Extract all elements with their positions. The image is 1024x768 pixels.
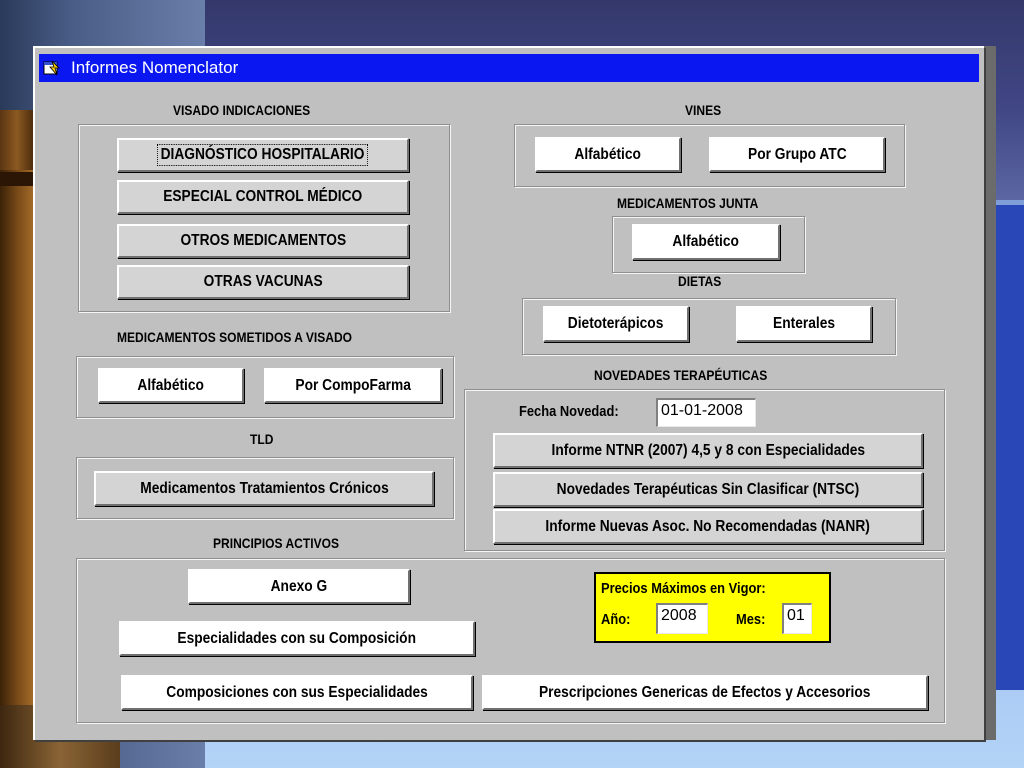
vines-alfabetico-button[interactable]: Alfabético	[535, 137, 681, 172]
novedades-ntsc-button[interactable]: Novedades Terapéuticas Sin Clasificar (N…	[493, 472, 923, 507]
informe-nanr-button[interactable]: Informe Nuevas Asoc. No Recomendadas (NA…	[493, 509, 923, 544]
vines-heading: VINES	[685, 102, 722, 118]
especial-control-medico-button[interactable]: ESPECIAL CONTROL MÉDICO	[117, 180, 409, 214]
informe-ntnr-button[interactable]: Informe NTNR (2007) 4,5 y 8 con Especial…	[493, 433, 923, 468]
tratamientos-cronicos-button[interactable]: Medicamentos Tratamientos Crónicos	[94, 471, 434, 506]
precios-maximos-heading: Precios Máximos en Vigor:	[601, 580, 766, 597]
background-strip	[996, 205, 1024, 690]
enterales-button[interactable]: Enterales	[736, 306, 872, 342]
anio-input[interactable]: 2008	[656, 603, 708, 634]
title-bar[interactable]: Informes Nomenclator	[39, 54, 979, 82]
window-title: Informes Nomenclator	[71, 58, 239, 77]
composiciones-especialidades-button[interactable]: Composiciones con sus Especialidades	[121, 675, 473, 710]
anexo-g-button[interactable]: Anexo G	[188, 569, 410, 604]
diagnostico-hospitalario-button[interactable]: DIAGNÓSTICO HOSPITALARIO	[117, 138, 409, 172]
fecha-novedad-label: Fecha Novedad:	[519, 403, 619, 420]
dietoterapicos-button[interactable]: Dietoterápicos	[543, 306, 689, 342]
visado-indicaciones-heading: VISADO INDICACIONES	[173, 102, 311, 118]
medicamentos-junta-heading: MEDICAMENTOS JUNTA	[617, 195, 759, 211]
visado-alfabetico-button[interactable]: Alfabético	[98, 368, 244, 403]
dietas-heading: DIETAS	[678, 273, 722, 289]
especialidades-composicion-button[interactable]: Especialidades con su Composición	[119, 621, 475, 656]
prescripciones-genericas-button[interactable]: Prescripciones Genericas de Efectos y Ac…	[482, 675, 928, 710]
otros-medicamentos-button[interactable]: OTROS MEDICAMENTOS	[117, 224, 409, 258]
principios-activos-heading: PRINCIPIOS ACTIVOS	[213, 535, 340, 551]
compofarma-button[interactable]: Por CompoFarma	[264, 368, 442, 403]
app-window-icon	[43, 60, 60, 76]
mes-label: Mes:	[736, 611, 766, 628]
anio-label: Año:	[601, 611, 631, 628]
vines-grupo-atc-button[interactable]: Por Grupo ATC	[709, 137, 885, 172]
window-edge	[982, 46, 996, 740]
medicamentos-visado-heading: MEDICAMENTOS SOMETIDOS A VISADO	[117, 329, 353, 345]
tld-heading: TLD	[250, 431, 274, 447]
otras-vacunas-button[interactable]: OTRAS VACUNAS	[117, 265, 409, 299]
mes-input[interactable]: 01	[782, 603, 812, 634]
report-window: Informes Nomenclator VISADO INDICACIONES…	[33, 46, 984, 740]
junta-alfabetico-button[interactable]: Alfabético	[632, 224, 780, 260]
fecha-novedad-input[interactable]: 01-01-2008	[656, 398, 756, 427]
novedades-heading: NOVEDADES TERAPÉUTICAS	[594, 367, 768, 383]
